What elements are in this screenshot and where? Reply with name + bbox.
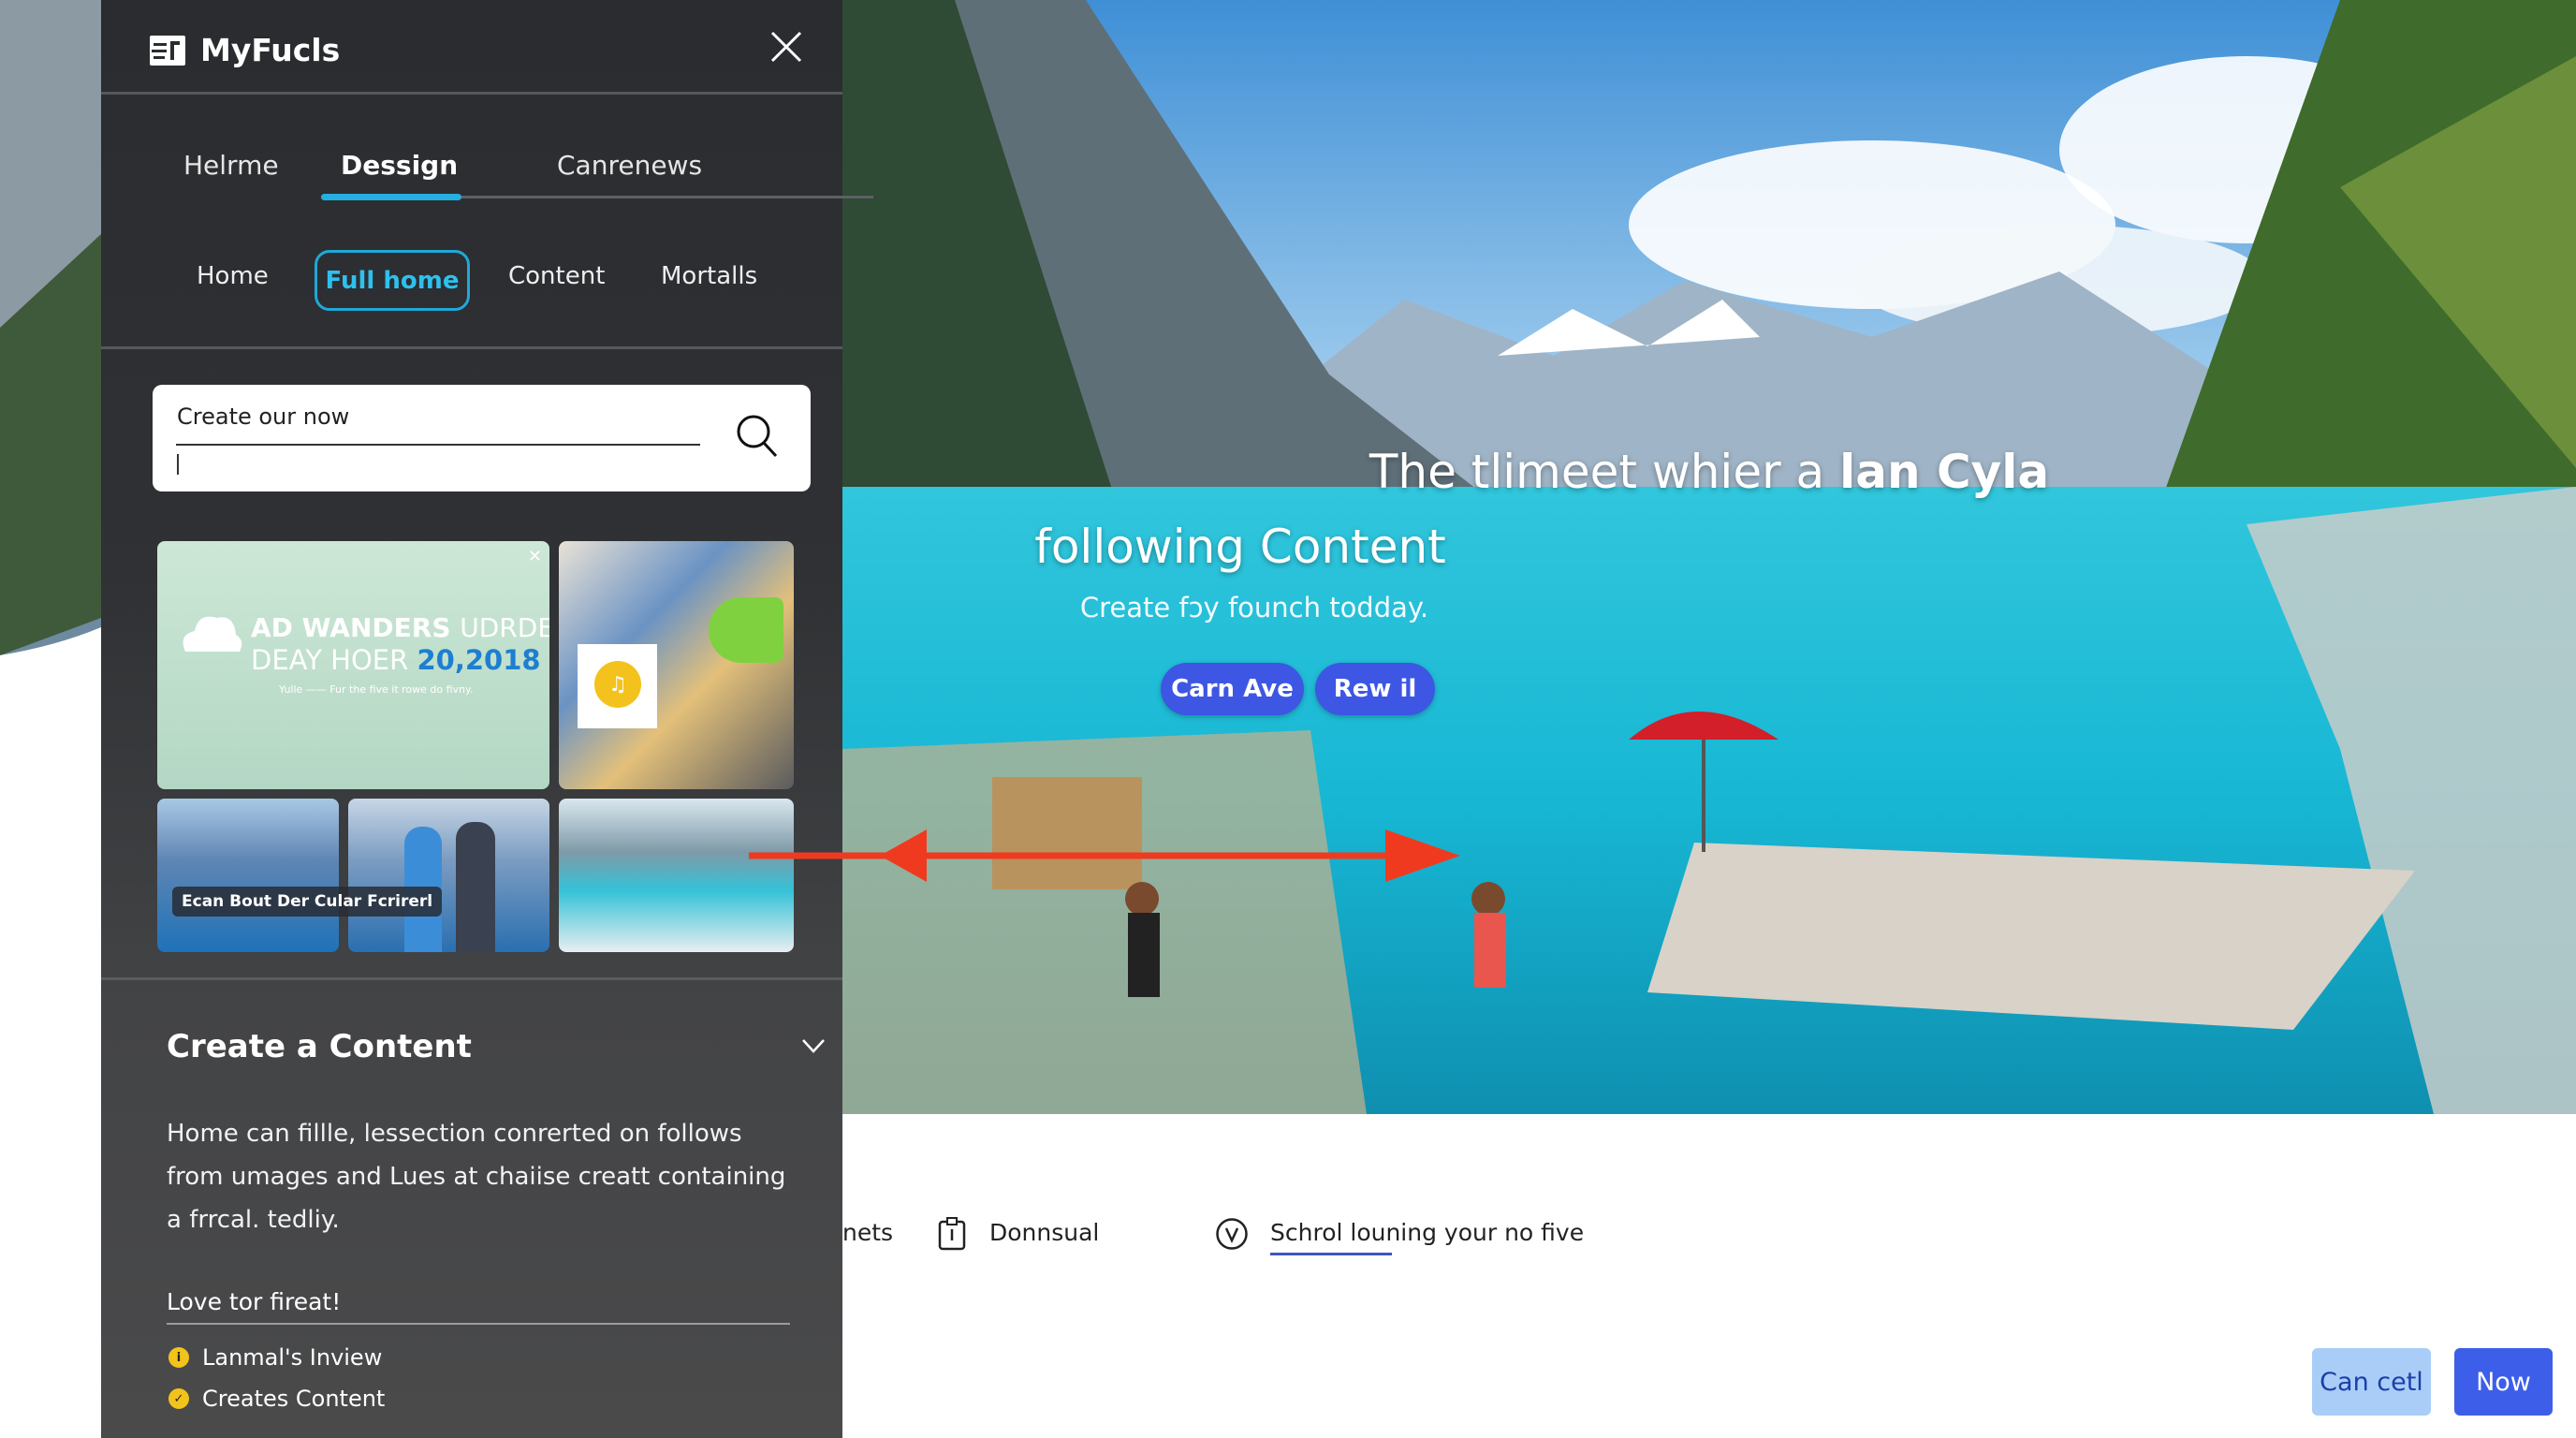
chevron-down-icon[interactable] [801, 1037, 826, 1054]
partial-item-label[interactable]: nets [842, 1219, 893, 1246]
app-logo: MyFucls [150, 32, 340, 68]
tab-active-indicator [321, 194, 461, 200]
music-icon: ♫ [594, 661, 641, 708]
hero-title: The tlimeet whier a lan Cyla [842, 445, 2576, 499]
logo-icon [150, 35, 185, 66]
ad-date: 20,2018 [417, 644, 541, 676]
thumbnail-friends-lake[interactable] [157, 799, 339, 952]
tab-helrme[interactable]: Helrme [183, 150, 279, 181]
app-title: MyFucls [200, 32, 341, 68]
section-description: Home can fillle, lessection conrerted on… [167, 1120, 786, 1234]
thumbnail-caption: Ecan Bout Der Cular Fcrirerl [172, 887, 443, 917]
cancel-button[interactable]: Can cetl [2312, 1348, 2431, 1416]
ad-tagline: Yulle —— Fur the five it rowe do fivny. [279, 683, 474, 696]
text-cursor [177, 454, 179, 475]
check-circle-icon [1216, 1218, 1248, 1250]
list-item-label: Creates Content [202, 1386, 386, 1412]
background-landscape-strip [0, 0, 101, 1438]
search-box[interactable] [153, 385, 811, 492]
hero-title-line2: following Content [1034, 520, 1446, 574]
list-item-label: Lanmal's Inview [202, 1344, 383, 1371]
cloud-icon [183, 616, 242, 652]
thumbnail-friends-group[interactable] [348, 799, 549, 952]
clipboard-icon [938, 1217, 966, 1251]
schrol-link[interactable]: Schrol louning your no five [1270, 1219, 1585, 1255]
search-underline [176, 444, 700, 446]
thumbnail-ad-banner[interactable]: ✕ AD WANDERS UDRDE DEAY HOER 20,2018 Yul… [157, 541, 549, 789]
ad-line2a: DEAY HOER [251, 644, 409, 676]
section-title: Create a Content [167, 1028, 472, 1065]
subtab-content[interactable]: Content [508, 262, 605, 290]
ad-line1a: AD WANDERS [251, 612, 451, 643]
hero-title-regular: The tlimeet whier a [1368, 445, 1825, 499]
subtab-home[interactable]: Home [197, 262, 269, 290]
search-icon[interactable] [735, 413, 780, 460]
now-button[interactable]: Now [2454, 1348, 2553, 1416]
hero-banner: The tlimeet whier a lan Cyla following C… [842, 0, 2576, 1114]
list-item[interactable]: i Lanmal's Inview [168, 1344, 382, 1371]
subtab-mortalls[interactable]: Mortalls [661, 262, 757, 290]
carn-ave-button[interactable]: Carn Ave [1161, 663, 1304, 715]
close-icon[interactable] [768, 28, 805, 66]
double-arrow-annotation [749, 829, 1460, 882]
tab-dessign[interactable]: Dessign [341, 150, 458, 181]
tab-canrenews[interactable]: Canrenews [557, 150, 702, 181]
search-input[interactable] [177, 398, 701, 435]
list-divider [167, 1323, 790, 1325]
donnsual-item[interactable]: Donnsual [989, 1219, 1099, 1246]
check-icon: ✓ [168, 1388, 189, 1409]
hero-title-bold: lan Cyla [1839, 445, 2050, 499]
side-panel: MyFucls Helrme Dessign Canrenews Home Fu… [101, 0, 873, 1438]
subtab-full-home[interactable]: Full home [315, 250, 470, 311]
list-heading: Love tor fireat! [167, 1288, 342, 1315]
ad-line1b: UDRDE [460, 612, 549, 643]
thumbnail-group-photo[interactable]: ♫ [559, 541, 794, 789]
hero-subtitle: Create fɔy founch todday. [1079, 592, 1429, 624]
list-item[interactable]: ✓ Creates Content [168, 1386, 385, 1412]
close-ad-icon[interactable]: ✕ [528, 547, 542, 566]
rew-il-button[interactable]: Rew il [1315, 663, 1435, 715]
info-icon: i [168, 1347, 189, 1368]
schrol-link-label: Schrol louning your no five [1270, 1219, 1585, 1246]
